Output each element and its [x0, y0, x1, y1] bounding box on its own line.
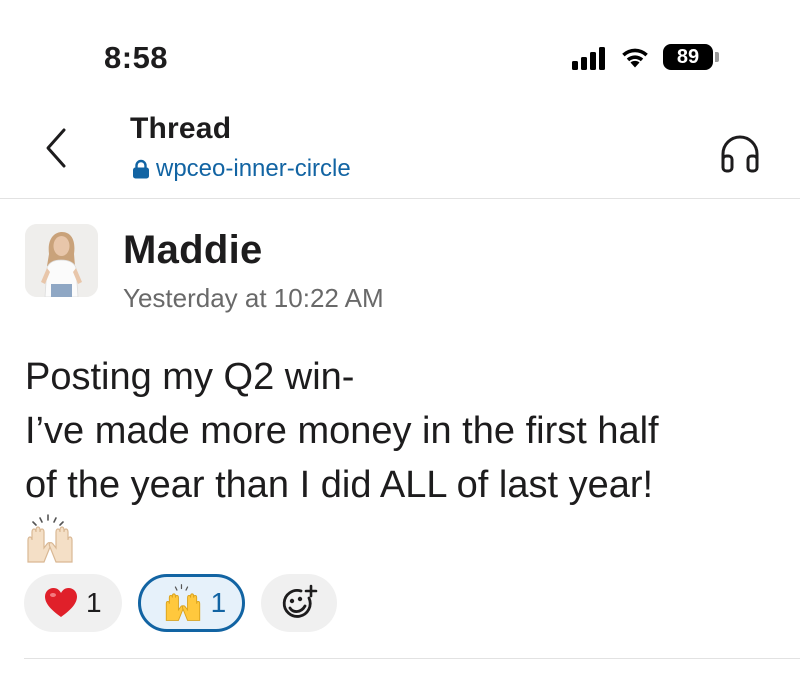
- lock-icon: [133, 159, 149, 179]
- channel-link[interactable]: wpceo-inner-circle: [132, 155, 351, 183]
- red-heart-icon: [45, 588, 77, 617]
- status-icons: 89: [572, 44, 719, 70]
- header-divider: [0, 198, 800, 199]
- message-text: Posting my Q2 win- I’ve made more money …: [25, 350, 785, 512]
- raised-hands-icon: [165, 584, 200, 621]
- battery-level: 89: [676, 45, 700, 68]
- avatar-photo: [25, 224, 98, 297]
- back-chevron-icon[interactable]: [36, 124, 76, 172]
- message-author[interactable]: Maddie: [123, 228, 263, 273]
- reaction-count: 1: [210, 587, 227, 618]
- message-timestamp: Yesterday at 10:22 AM: [123, 283, 384, 313]
- message-line: Posting my Q2 win-: [25, 356, 355, 398]
- reaction-heart[interactable]: 1: [24, 574, 122, 632]
- message-line: I’ve made more money in the first half: [25, 410, 659, 452]
- add-reaction-icon: [282, 584, 318, 618]
- reaction-count: 1: [86, 587, 102, 618]
- message-line: of the year than I did ALL of last year!: [25, 464, 654, 506]
- message-divider: [24, 658, 800, 659]
- page-title: Thread: [130, 112, 232, 145]
- channel-name: wpceo-inner-circle: [156, 155, 351, 182]
- status-time: 8:58: [104, 40, 169, 75]
- avatar[interactable]: [25, 224, 98, 297]
- battery-icon: 89: [663, 44, 713, 70]
- headphones-icon[interactable]: [718, 132, 762, 174]
- signal-icon: [572, 44, 605, 70]
- reaction-raised-hands[interactable]: 1: [137, 574, 246, 632]
- raised-hands-icon: [27, 514, 73, 563]
- reactions-bar: 1 1: [24, 574, 338, 632]
- thread-screen: 8:58 89 Thread wpceo-inner-circle Maddie…: [0, 0, 800, 678]
- battery-cap: [715, 52, 719, 62]
- add-reaction-button[interactable]: [261, 574, 338, 632]
- wifi-icon: [622, 48, 648, 68]
